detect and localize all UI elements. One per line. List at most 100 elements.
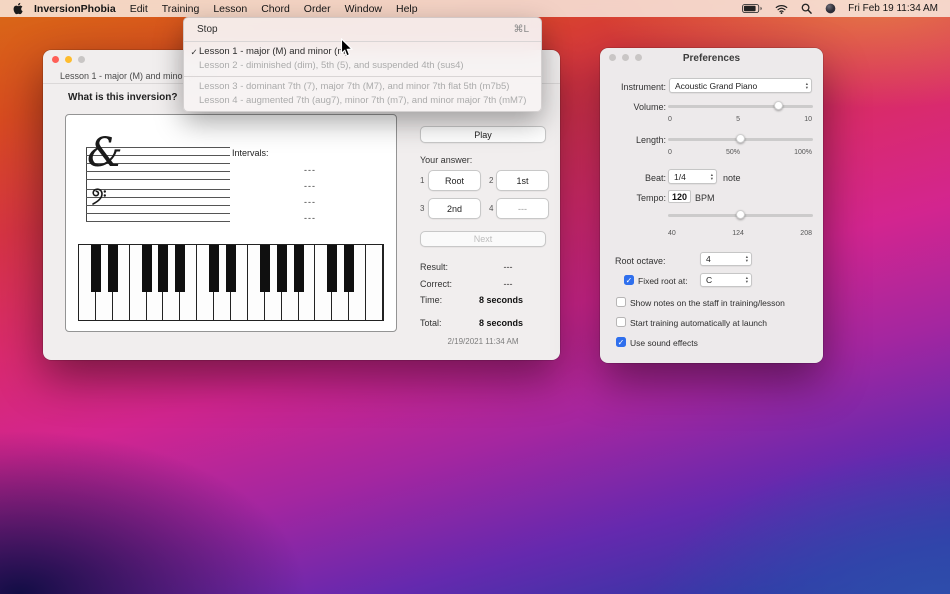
menu-item-lesson-2[interactable]: Lesson 2 - diminished (dim), 5th (5), an… (184, 59, 541, 73)
piano-keyboard (78, 244, 384, 321)
tempo-ticks: 40 124 208 (668, 230, 812, 237)
interval-value: --- (304, 181, 316, 191)
menu-separator (184, 76, 541, 77)
treble-clef-icon: & (87, 130, 123, 176)
root-octave-popup[interactable]: 4 ▴ ▾ (700, 252, 752, 266)
stop-shortcut: ⌘L (513, 24, 529, 35)
fixed-root-label: Fixed root at: (638, 276, 688, 286)
volume-slider-track[interactable] (668, 105, 813, 108)
volume-slider-thumb[interactable] (773, 101, 783, 110)
length-ticks: 0 50% 100% (668, 149, 812, 156)
piano-black-key[interactable] (293, 245, 304, 292)
menu-item-edit[interactable]: Edit (130, 3, 148, 15)
minimize-button[interactable] (65, 56, 72, 63)
zoom-button[interactable] (78, 56, 85, 63)
answer-2nd-button[interactable]: 2nd (428, 198, 481, 219)
result-value: --- (503, 262, 513, 272)
traffic-lights (52, 56, 85, 63)
answer-number: 4 (489, 204, 494, 213)
menubar: InversionPhobia Edit Training Lesson Cho… (0, 0, 950, 17)
staff-line (86, 221, 230, 222)
interval-value: --- (304, 197, 316, 207)
piano-black-key[interactable] (175, 245, 186, 292)
piano-black-key[interactable] (90, 245, 101, 292)
menu-item-window[interactable]: Window (345, 3, 382, 15)
volume-slider[interactable] (668, 100, 813, 112)
staff-line (86, 205, 230, 206)
next-button[interactable]: Next (420, 231, 546, 247)
siri-icon[interactable] (825, 3, 836, 14)
volume-ticks: 0 5 10 (668, 116, 812, 123)
piano-black-key[interactable] (259, 245, 270, 292)
tempo-slider-thumb[interactable] (736, 210, 745, 219)
answer-root-button[interactable]: Root (428, 170, 481, 191)
menu-item-order[interactable]: Order (304, 3, 331, 15)
tempo-slider[interactable] (668, 209, 813, 221)
menu-separator (184, 41, 541, 42)
total-value: 8 seconds (479, 318, 524, 328)
menu-item-chord[interactable]: Chord (261, 3, 290, 15)
menu-item-lesson-1[interactable]: ✓ Lesson 1 - major (M) and minor (m) (184, 45, 541, 59)
correct-label: Correct: (420, 279, 453, 289)
piano-black-key[interactable] (327, 245, 338, 292)
length-slider[interactable] (668, 133, 813, 145)
window-title: Lesson 1 - major (M) and minor (m) (60, 71, 202, 81)
tempo-unit-label: BPM (695, 193, 715, 203)
interval-value: --- (304, 165, 316, 175)
menu-item-help[interactable]: Help (396, 3, 418, 15)
stop-label: Stop (197, 24, 218, 35)
fixed-root-checkbox[interactable]: ✓ (624, 275, 634, 285)
instrument-popup[interactable]: Acoustic Grand Piano ▴ ▾ (669, 78, 812, 93)
play-button[interactable]: Play (420, 126, 546, 143)
menu-item-stop[interactable]: Stop ⌘L (184, 21, 541, 38)
desktop: InversionPhobia Edit Training Lesson Cho… (0, 0, 950, 594)
instrument-value: Acoustic Grand Piano (675, 80, 758, 91)
beat-unit-label: note (723, 173, 741, 183)
menubar-clock[interactable]: Fri Feb 19 11:34 AM (848, 3, 938, 14)
sound-effects-checkbox[interactable]: ✓ (616, 337, 626, 347)
staff-line (86, 179, 230, 180)
preferences-window: Preferences Instrument: Acoustic Grand P… (600, 48, 823, 363)
apple-menu-icon[interactable] (12, 2, 23, 15)
bass-clef-icon (91, 188, 107, 213)
menu-item-lesson-4[interactable]: Lesson 4 - augmented 7th (aug7), minor 7… (184, 94, 541, 108)
lesson-4-label: Lesson 4 - augmented 7th (aug7), minor 7… (199, 95, 527, 106)
menu-item-lesson-3[interactable]: Lesson 3 - dominant 7th (7), major 7th (… (184, 80, 541, 94)
beat-value: 1/4 (674, 171, 686, 182)
piano-black-key[interactable] (158, 245, 169, 292)
lesson-2-label: Lesson 2 - diminished (dim), 5th (5), an… (199, 60, 464, 71)
question-heading: What is this inversion? (68, 92, 178, 103)
piano-black-key[interactable] (141, 245, 152, 292)
beat-popup[interactable]: 1/4 ▴ ▾ (668, 169, 717, 184)
mouse-cursor (340, 37, 354, 63)
length-label: Length: (635, 135, 666, 145)
length-slider-thumb[interactable] (736, 134, 745, 143)
staff-line (86, 189, 230, 190)
answer-1st-button[interactable]: 1st (496, 170, 549, 191)
menu-item-lesson[interactable]: Lesson (213, 3, 247, 15)
battery-icon[interactable] (742, 4, 762, 13)
piano-black-key[interactable] (209, 245, 220, 292)
fixed-root-popup[interactable]: C ▴ ▾ (700, 273, 752, 287)
popup-arrows-icon: ▴ ▾ (745, 275, 748, 284)
tempo-input[interactable] (668, 190, 691, 203)
piano-black-key[interactable] (344, 245, 355, 292)
correct-value: --- (503, 279, 513, 289)
fixed-root-value: C (706, 275, 713, 285)
popup-arrows-icon: ▴ ▾ (805, 80, 808, 90)
menu-item-training[interactable]: Training (162, 3, 200, 15)
tempo-label: Tempo: (636, 193, 666, 203)
piano-black-key[interactable] (226, 245, 236, 292)
piano-black-key[interactable] (107, 245, 118, 292)
answer-3rd-button[interactable]: --- (496, 198, 549, 219)
show-notes-checkbox[interactable] (616, 297, 626, 307)
wifi-icon[interactable] (775, 4, 788, 14)
search-icon[interactable] (801, 3, 812, 14)
app-menu-title[interactable]: InversionPhobia (34, 3, 116, 15)
close-button[interactable] (52, 56, 59, 63)
piano-black-key[interactable] (276, 245, 287, 292)
piano-white-key[interactable] (366, 245, 384, 320)
start-training-checkbox[interactable] (616, 317, 626, 327)
staff-line (86, 213, 230, 214)
beat-label: Beat: (644, 173, 666, 183)
